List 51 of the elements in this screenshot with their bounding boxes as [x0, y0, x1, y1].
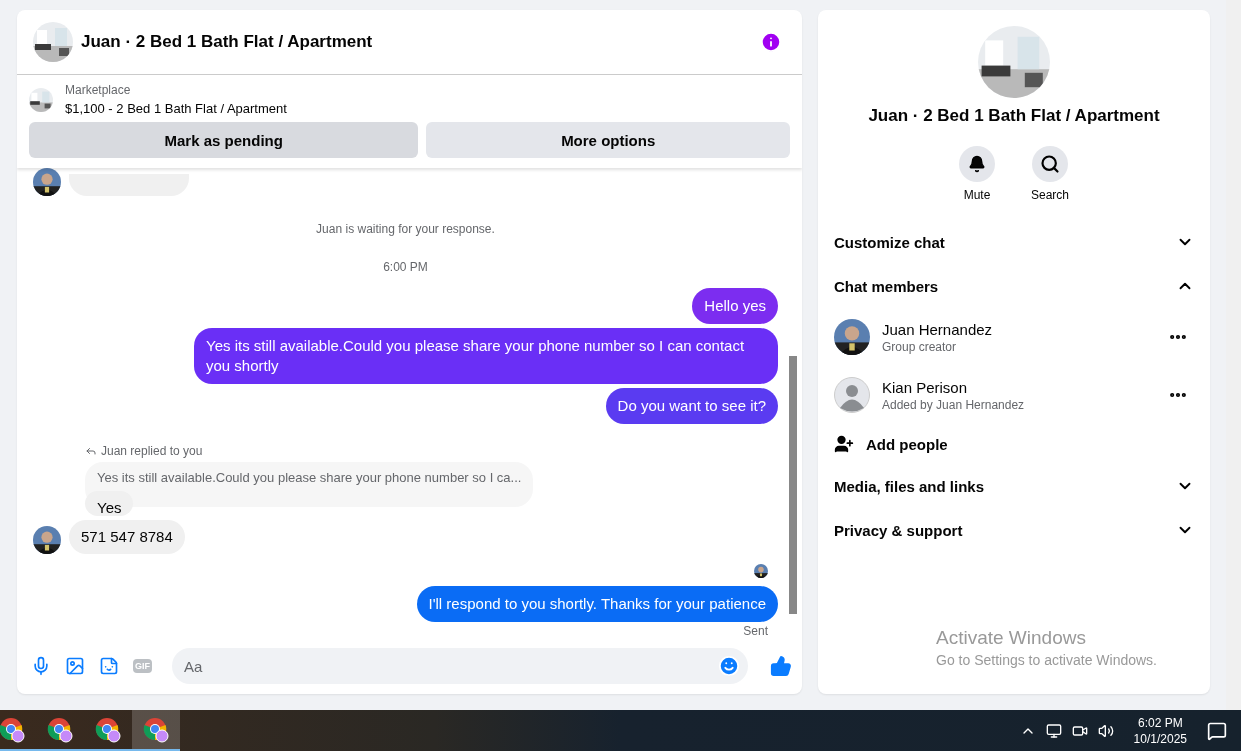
search-button[interactable]: [1032, 146, 1068, 182]
clock[interactable]: 6:02 PM 10/1/2025: [1133, 714, 1187, 747]
info-icon[interactable]: [760, 31, 782, 53]
browser-icon[interactable]: [0, 716, 25, 743]
mute-button[interactable]: [959, 146, 995, 182]
timestamp: 6:00 PM: [382, 260, 429, 274]
message-bubble: Yes its still available.Could you please share your phone number so I can contact you shortly: [194, 328, 778, 384]
section-header[interactable]: Customize chat: [834, 220, 1194, 264]
search-icon: [1040, 154, 1060, 174]
action-label: Search: [1031, 188, 1069, 202]
message-field[interactable]: Aa: [172, 648, 748, 684]
listing-title: $1,100 - 2 Bed 1 Bath Flat / Apartment: [65, 101, 287, 116]
notification-icon[interactable]: [1207, 720, 1227, 741]
watermark-text: Go to Settings to activate Windows.: [936, 652, 1158, 668]
browser-icon[interactable]: [95, 716, 121, 743]
message-bubble: Hello yes: [692, 288, 778, 324]
bell-icon: [968, 155, 986, 173]
avatar-icon: [834, 377, 870, 413]
conversation-title: Juan · 2 Bed 1 Bath Flat / Apartment: [868, 106, 1160, 126]
notice-text: Juan is waiting for your response.: [315, 222, 496, 236]
volume-icon[interactable]: [1097, 722, 1114, 739]
add-person-icon: [834, 434, 854, 454]
browser-icon[interactable]: [47, 716, 73, 743]
message-bubble: I'll respond to you shortly. Thanks for your patience: [416, 586, 778, 622]
message-bubble: Do you want to see it?: [605, 388, 778, 424]
taskbar-app[interactable]: [132, 710, 180, 751]
scrollbar-thumb[interactable]: [789, 356, 797, 614]
section-header[interactable]: Privacy & support: [834, 508, 1194, 552]
member-name: Juan Hernandez: [882, 320, 994, 338]
section-header[interactable]: Chat members: [834, 264, 1194, 308]
watermark-title: Activate Windows: [936, 627, 1087, 649]
network-icon[interactable]: [1045, 722, 1062, 739]
reply-label: Juan replied to you: [101, 444, 203, 458]
message-bubble: 571 547 8784: [69, 520, 185, 554]
browser-icon[interactable]: [143, 716, 169, 743]
member-role: Group creator: [882, 339, 958, 354]
listing-source: Marketplace: [65, 83, 132, 97]
listing-button[interactable]: More options: [426, 122, 790, 158]
image-icon[interactable]: [65, 656, 85, 676]
like-icon[interactable]: [770, 655, 792, 677]
chat-title: Juan · 2 Bed 1 Bath Flat / Apartment: [81, 32, 374, 52]
section-header[interactable]: Media, files and links: [834, 464, 1194, 508]
member-name: Kian Perison: [882, 378, 969, 396]
member-role: Added by Juan Hernandez: [882, 397, 1026, 412]
status-text: Sent: [743, 624, 768, 638]
add-people-link[interactable]: Add people: [866, 435, 948, 453]
sticker-icon[interactable]: [99, 656, 119, 676]
action-label: Mute: [963, 188, 991, 202]
listing-button[interactable]: Mark as pending: [29, 122, 419, 158]
microphone-icon[interactable]: [31, 656, 51, 676]
reply-icon: [85, 445, 97, 457]
